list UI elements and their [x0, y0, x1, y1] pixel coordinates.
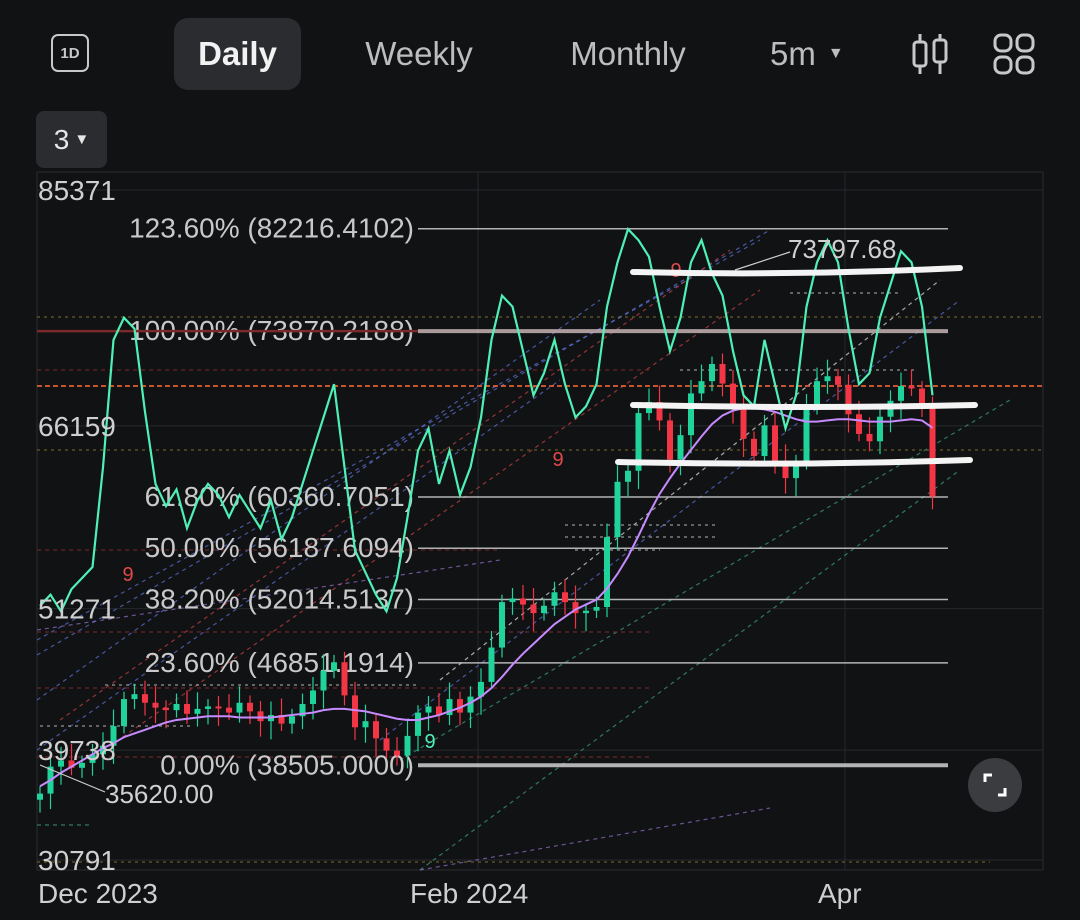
candle [341, 662, 348, 696]
candle [383, 738, 390, 751]
high-annotation: 73797.68 [788, 234, 896, 264]
candle [814, 381, 820, 405]
trendline [419, 469, 961, 871]
candle [866, 433, 873, 442]
trendline [89, 289, 761, 761]
candle [614, 481, 621, 538]
trendline [399, 399, 1011, 761]
candle [236, 702, 243, 713]
fib-level-label: 23.60% (46851.1914) [145, 647, 414, 678]
candle [898, 386, 904, 401]
candle [604, 537, 610, 608]
price-chart[interactable]: 123.60% (82216.4102)100.00% (73870.2188)… [0, 0, 1080, 920]
candle [394, 750, 400, 756]
hand-drawn-level [615, 457, 973, 467]
candle [698, 381, 705, 394]
candle [131, 694, 138, 700]
candle [488, 647, 495, 682]
hand-drawn-level [630, 265, 963, 277]
candle [184, 703, 190, 714]
x-axis-label: Dec 2023 [38, 878, 158, 909]
candle [877, 416, 883, 442]
candle [551, 592, 558, 606]
candle [415, 712, 421, 736]
candle [583, 610, 589, 614]
candle [929, 406, 936, 497]
candle [824, 376, 831, 382]
candle [751, 438, 757, 457]
trendline [419, 807, 771, 871]
candle [719, 363, 726, 384]
sequential-marker: 9 [122, 564, 133, 586]
y-axis-label: 39738 [38, 735, 116, 766]
sequential-marker: 9 [552, 449, 563, 471]
candle [530, 604, 537, 614]
candle [362, 721, 369, 728]
fib-level-label: 50.00% (56187.6094) [145, 532, 414, 563]
y-axis-label: 30791 [38, 845, 116, 876]
y-axis-label: 85371 [38, 175, 116, 206]
high-annotation-leader [734, 251, 791, 271]
candle [761, 425, 768, 457]
candle [173, 703, 180, 711]
candle [740, 408, 747, 439]
candle [562, 592, 568, 603]
candle [509, 598, 516, 603]
x-axis-label: Apr [818, 878, 862, 909]
candle [205, 706, 211, 709]
trendline [439, 279, 941, 681]
candle [142, 694, 148, 703]
candle [257, 711, 264, 722]
candle [331, 662, 337, 671]
fullscreen-icon [983, 773, 1007, 797]
candle [373, 721, 379, 739]
candle [152, 702, 159, 708]
sequential-marker: 9 [424, 731, 435, 753]
candle [520, 598, 526, 605]
y-axis-label: 51271 [38, 594, 116, 625]
x-axis-label: Feb 2024 [410, 878, 528, 909]
candle [163, 707, 169, 711]
candle [667, 420, 673, 460]
candle [709, 363, 715, 382]
hand-drawn-level [630, 402, 978, 410]
candle [404, 735, 411, 756]
candle [541, 605, 547, 614]
candle [803, 404, 810, 463]
low-annotation: 35620.00 [105, 779, 213, 809]
fib-level-label: 123.60% (82216.4102) [129, 213, 414, 244]
candle [215, 706, 222, 709]
candle [289, 716, 295, 724]
candle [835, 376, 841, 385]
candle [121, 699, 127, 727]
candle [247, 702, 253, 712]
candle [677, 435, 684, 460]
candle [856, 414, 862, 434]
candle [772, 425, 778, 461]
candle [499, 602, 505, 648]
candle [226, 707, 232, 713]
candle [688, 393, 694, 436]
candle [310, 690, 316, 704]
trendline [379, 299, 961, 741]
fib-level-label: 61.80% (60360.7051) [145, 481, 414, 512]
candle [37, 793, 43, 800]
fullscreen-button[interactable] [968, 758, 1022, 812]
candle [320, 670, 327, 691]
y-axis-label: 66159 [38, 411, 116, 442]
candle [593, 607, 600, 611]
candle [908, 386, 915, 389]
candle [625, 470, 631, 482]
candle [425, 706, 432, 713]
candle [194, 708, 201, 714]
trendline [36, 239, 761, 641]
